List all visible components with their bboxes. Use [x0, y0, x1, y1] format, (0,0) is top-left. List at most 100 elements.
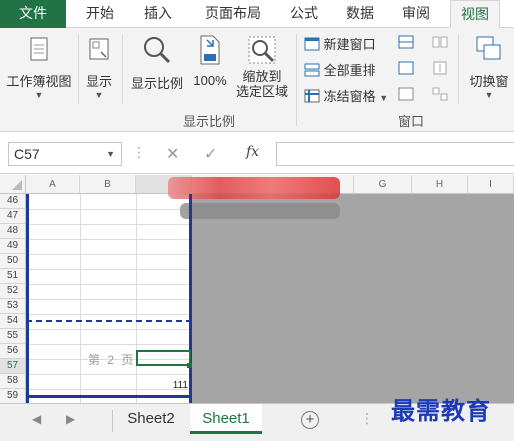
- switch-windows-label: 切换窗: [469, 74, 509, 89]
- more-dots-icon: ⋮: [360, 410, 374, 426]
- sheet-tab-sheet1[interactable]: Sheet1: [190, 404, 262, 434]
- sync-scroll-icon: [433, 61, 447, 75]
- arrange-all-button[interactable]: 全部重排: [304, 60, 376, 79]
- sync-scroll-button[interactable]: [432, 61, 448, 78]
- zoom-label: 显示比例: [130, 76, 183, 91]
- gridline: [26, 314, 192, 315]
- worksheet-grid: A B G H I 46 47 48 49 50 51 52 53 54 55 …: [0, 175, 514, 403]
- arrange-all-label: 全部重排: [323, 63, 376, 78]
- show-button[interactable]: 显示 ▼: [82, 36, 116, 100]
- sheet-tab-sheet2[interactable]: Sheet2: [116, 404, 186, 434]
- zoom-selection-label-1: 缩放到: [242, 69, 282, 84]
- cancel-icon[interactable]: ✕: [166, 144, 179, 164]
- row-header-58[interactable]: 58: [0, 374, 26, 389]
- chevron-down-icon[interactable]: ▼: [106, 143, 115, 165]
- zoom-selection-icon: [248, 36, 276, 64]
- add-sheet-icon[interactable]: +: [301, 411, 319, 429]
- ribbon-separator: [458, 34, 459, 104]
- gridline: [26, 299, 192, 300]
- redacted-blur: [168, 177, 340, 199]
- chevron-down-icon: ▼: [484, 90, 494, 100]
- page-number-label: 第 2 页: [88, 353, 136, 367]
- ribbon-separator: [122, 34, 123, 104]
- row-header-47[interactable]: 47: [0, 209, 26, 224]
- row-header-52[interactable]: 52: [0, 284, 26, 299]
- zoom-to-selection-button[interactable]: 缩放到 选定区域: [232, 34, 292, 99]
- reset-window-button[interactable]: [432, 87, 448, 104]
- row-header-54[interactable]: 54: [0, 314, 26, 329]
- side-by-side-icon: [432, 36, 448, 48]
- workbook-views-label: 工作簿视图: [6, 74, 72, 89]
- zoom-100-button[interactable]: 100%: [190, 34, 230, 88]
- name-box[interactable]: C57 ▼: [8, 142, 122, 166]
- gridline: [26, 224, 192, 225]
- gridline: [26, 239, 192, 240]
- selected-cell-c57[interactable]: [136, 350, 191, 366]
- scroll-left-icon[interactable]: ◀: [32, 412, 41, 426]
- select-all-corner[interactable]: [0, 175, 26, 194]
- page-break-line: [26, 395, 192, 398]
- fill-handle[interactable]: [187, 363, 192, 368]
- column-header-g[interactable]: G: [354, 175, 412, 194]
- ribbon-view: 工作簿视图 ▼ 显示 ▼ 显示比例 100% 缩放到 选定区域 显示比例 新建窗…: [0, 28, 514, 132]
- show-icon: [89, 38, 109, 60]
- unhide-button[interactable]: [398, 87, 414, 104]
- tab-data[interactable]: 数据: [336, 0, 384, 28]
- new-window-button[interactable]: 新建窗口: [304, 34, 376, 53]
- row-header-49[interactable]: 49: [0, 239, 26, 254]
- column-header-h[interactable]: H: [412, 175, 468, 194]
- gridline: [26, 374, 192, 375]
- tab-insert[interactable]: 插入: [134, 0, 182, 28]
- column-header-a[interactable]: A: [26, 175, 80, 194]
- switch-windows-button[interactable]: 切换窗 ▼: [464, 34, 514, 100]
- switch-windows-icon: [476, 36, 501, 60]
- tab-file[interactable]: 文件: [0, 0, 66, 28]
- scroll-right-icon[interactable]: ▶: [66, 412, 75, 426]
- row-header-53[interactable]: 53: [0, 299, 26, 314]
- watermark-text: 最需教育: [391, 396, 491, 425]
- formula-input[interactable]: [276, 142, 514, 166]
- workbook-views-button[interactable]: 工作簿视图 ▼: [4, 36, 74, 100]
- more-dots-icon: ⋮: [132, 144, 146, 160]
- zoom-button[interactable]: 显示比例: [128, 34, 186, 92]
- row-header-56[interactable]: 56: [0, 344, 26, 359]
- row-header-50[interactable]: 50: [0, 254, 26, 269]
- hide-button[interactable]: [398, 61, 414, 78]
- freeze-panes-icon: [304, 89, 320, 103]
- cell-value[interactable]: 111: [140, 380, 188, 391]
- new-window-icon: [304, 37, 320, 51]
- workbook-views-icon: [30, 37, 48, 61]
- redacted-blur: [180, 203, 340, 219]
- freeze-panes-button[interactable]: 冻结窗格 ▼: [304, 86, 388, 105]
- hide-icon: [398, 61, 414, 75]
- tab-review[interactable]: 审阅: [392, 0, 440, 28]
- row-header-59[interactable]: 59: [0, 389, 26, 403]
- view-side-by-side-button[interactable]: [432, 35, 448, 52]
- tab-formulas[interactable]: 公式: [280, 0, 328, 28]
- split-icon: [398, 35, 414, 49]
- chevron-down-icon: ▼: [34, 90, 44, 100]
- unhide-icon: [398, 87, 414, 101]
- insert-function-button[interactable]: fx: [246, 144, 259, 160]
- magnifier-icon: [144, 37, 171, 64]
- row-header-55[interactable]: 55: [0, 329, 26, 344]
- row-header-57[interactable]: 57: [0, 359, 26, 374]
- new-window-label: 新建窗口: [323, 37, 376, 52]
- row-header-48[interactable]: 48: [0, 224, 26, 239]
- gridline: [26, 284, 192, 285]
- tab-view[interactable]: 视图: [450, 0, 500, 29]
- tab-separator: [112, 410, 113, 432]
- split-button[interactable]: [398, 35, 414, 52]
- arrange-all-icon: [304, 63, 320, 77]
- row-header-51[interactable]: 51: [0, 269, 26, 284]
- page-break-line: [189, 194, 192, 403]
- column-header-i[interactable]: I: [468, 175, 514, 194]
- enter-icon[interactable]: ✓: [204, 144, 217, 164]
- row-header-46[interactable]: 46: [0, 194, 26, 209]
- ribbon-separator: [296, 34, 297, 126]
- tab-page-layout[interactable]: 页面布局: [192, 0, 274, 28]
- column-header-b[interactable]: B: [80, 175, 136, 194]
- tab-home[interactable]: 开始: [76, 0, 124, 28]
- chevron-down-icon: ▼: [94, 90, 104, 100]
- page-break-line: [26, 194, 29, 403]
